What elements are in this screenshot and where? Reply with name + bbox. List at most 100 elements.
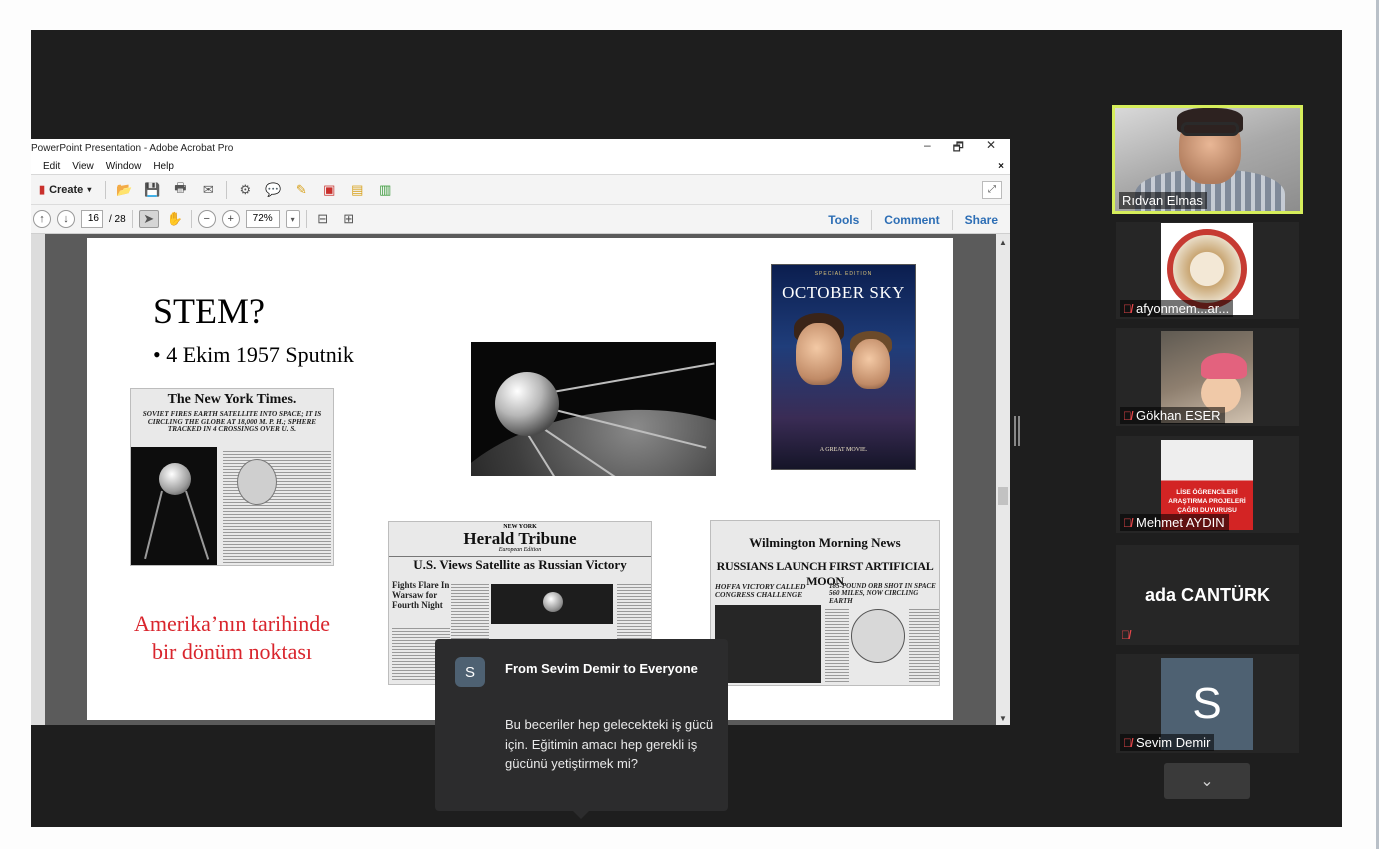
participant-tile[interactable]: 🎙̸ Gökhan ESER bbox=[1116, 328, 1299, 426]
restore-button[interactable]: 🗗 bbox=[953, 139, 964, 159]
tab-share[interactable]: Share bbox=[951, 209, 1010, 230]
acrobat-titlebar: PowerPoint Presentation - Adobe Acrobat … bbox=[31, 139, 1010, 158]
more-participants-button[interactable]: ⌄ bbox=[1164, 763, 1250, 799]
menu-window[interactable]: Window bbox=[106, 161, 142, 172]
participant-tile-active-speaker[interactable]: Rıdvan Elmas bbox=[1112, 105, 1303, 214]
herald-headline: U.S. Views Satellite as Russian Victory bbox=[389, 556, 651, 573]
sputnik-orbit-image bbox=[471, 342, 716, 476]
slide-highlight-text: Amerika’nın tarihinde bir dönüm noktası bbox=[115, 610, 349, 666]
scroll-up-icon[interactable]: ▲ bbox=[999, 238, 1007, 247]
menu-view[interactable]: View bbox=[72, 161, 94, 172]
toolbar-divider bbox=[131, 210, 133, 228]
settings-icon[interactable]: ⚙ bbox=[235, 181, 255, 199]
zoom-out-icon[interactable]: − bbox=[197, 210, 216, 228]
minimize-button[interactable]: – bbox=[924, 139, 931, 159]
fit-width-icon[interactable]: ⊞ bbox=[339, 210, 359, 228]
poster-text: LİSE ÖĞRENCİLERİ ARAŞTIRMA PROJELERİ ÇAĞ… bbox=[1168, 489, 1246, 514]
pdf-export-icon[interactable]: ▣ bbox=[319, 181, 339, 199]
participant-tile[interactable]: 🎙̸ afyonmem...ar... bbox=[1116, 222, 1299, 319]
tab-comment[interactable]: Comment bbox=[871, 209, 951, 230]
create-button[interactable]: ▮ Create ▾ bbox=[33, 181, 97, 198]
herald-subhead: Fights Flare In Warsaw for Fourth Night bbox=[392, 580, 450, 610]
participant-name-text: Rıdvan Elmas bbox=[1122, 193, 1203, 208]
page-down-icon[interactable]: ↓ bbox=[57, 210, 75, 228]
poster-tagline: A GREAT MOVIE. bbox=[819, 447, 868, 453]
wilm-masthead: Wilmington Morning News bbox=[749, 535, 901, 550]
october-sky-poster-image: SPECIAL EDITION OCTOBER SKY A GREAT MOVI… bbox=[771, 264, 916, 470]
participant-tile[interactable]: ada CANTÜRK 🎙̸ bbox=[1116, 545, 1299, 645]
create-label: Create bbox=[49, 183, 84, 196]
zoom-in-icon[interactable]: + bbox=[221, 210, 240, 228]
navigation-pane-strip[interactable] bbox=[31, 234, 45, 725]
chat-sender: From Sevim Demir to Everyone bbox=[505, 661, 698, 676]
toolbar-divider bbox=[305, 210, 307, 228]
vertical-scrollbar[interactable]: ▲ ▼ bbox=[996, 234, 1010, 725]
comment-icon[interactable]: 💬 bbox=[263, 181, 283, 199]
orbit-map-illustration bbox=[851, 609, 905, 663]
open-folder-icon[interactable]: 📂 bbox=[114, 181, 134, 199]
zoom-dropdown-icon[interactable]: ▾ bbox=[285, 210, 300, 228]
participant-name: 🎙̸ Sevim Demir bbox=[1120, 734, 1215, 751]
split-view-handle[interactable] bbox=[1014, 416, 1020, 446]
save-icon[interactable]: 💾 bbox=[142, 181, 162, 199]
close-button[interactable]: ✕ bbox=[986, 139, 996, 159]
select-cursor-icon[interactable]: ➤ bbox=[138, 210, 159, 228]
chevron-down-icon: ⌄ bbox=[1200, 773, 1214, 790]
email-icon[interactable]: ✉ bbox=[198, 181, 218, 199]
participant-name: 🎙̸ Mehmet AYDIN bbox=[1120, 514, 1229, 531]
glasses bbox=[1181, 122, 1239, 136]
toolbar-divider bbox=[226, 180, 228, 199]
window-title: PowerPoint Presentation - Adobe Acrobat … bbox=[31, 143, 234, 154]
sender-avatar: S bbox=[455, 657, 485, 687]
page-number-input[interactable]: 16 bbox=[81, 210, 103, 228]
scrollbar-thumb[interactable] bbox=[998, 487, 1008, 505]
sign-icon[interactable]: ✎ bbox=[291, 181, 311, 199]
newsprint-columns bbox=[909, 607, 939, 683]
chevron-down-icon: ▾ bbox=[87, 185, 92, 194]
page-total: / 28 bbox=[109, 213, 126, 225]
navigation-toolbar: ↑ ↓ 16 / 28 ➤ ✋ − + 72% ▾ ⊟ ⊞ Tools Comm… bbox=[31, 205, 1010, 234]
mic-muted-icon: 🎙̸ bbox=[1121, 628, 1130, 642]
tab-tools[interactable]: Tools bbox=[816, 210, 871, 230]
wilmington-news-clipping-image: Wilmington Morning News RUSSIANS LAUNCH … bbox=[710, 520, 940, 686]
toolbar-divider bbox=[105, 180, 107, 199]
participant-display-name: ada CANTÜRK bbox=[1144, 585, 1270, 605]
pdf-share-icon[interactable]: ▤ bbox=[347, 181, 367, 199]
expand-icon[interactable]: ⤢ bbox=[982, 180, 1002, 199]
mic-muted-icon: 🎙̸ bbox=[1123, 735, 1132, 750]
mic-muted-icon: 🎙̸ bbox=[1123, 301, 1132, 316]
slide-bullet: • 4 Ekim 1957 Sputnik bbox=[153, 342, 354, 367]
fit-page-icon[interactable]: ⊟ bbox=[313, 210, 333, 228]
pdf-combine-icon[interactable]: ▥ bbox=[375, 181, 395, 199]
wilm-subhead-2: 185-POUND ORB SHOT IN SPACE 560 MILES, N… bbox=[829, 582, 936, 605]
popup-pointer bbox=[573, 811, 589, 819]
herald-photo bbox=[491, 584, 613, 624]
acrobat-window: PowerPoint Presentation - Adobe Acrobat … bbox=[31, 139, 1010, 725]
scroll-down-icon[interactable]: ▼ bbox=[999, 714, 1007, 723]
nyt-clipping-image: The New York Times. SOVIET FIRES EARTH S… bbox=[130, 388, 334, 566]
herald-edition: European Edition bbox=[498, 547, 542, 553]
mic-muted-icon: 🎙̸ bbox=[1123, 515, 1132, 530]
participant-tile[interactable]: LİSE ÖĞRENCİLERİ ARAŞTIRMA PROJELERİ ÇAĞ… bbox=[1116, 436, 1299, 533]
participant-name-text: Mehmet AYDIN bbox=[1136, 515, 1225, 530]
participant-name: 🎙̸ afyonmem...ar... bbox=[1120, 300, 1234, 317]
chat-notification[interactable]: S From Sevim Demir to Everyone Bu beceri… bbox=[435, 639, 728, 819]
menu-edit[interactable]: Edit bbox=[43, 161, 60, 172]
newsprint-columns bbox=[223, 449, 331, 563]
print-icon[interactable]: 🖶 bbox=[170, 180, 190, 199]
menu-help[interactable]: Help bbox=[153, 161, 174, 172]
herald-masthead: Herald Tribune bbox=[463, 529, 577, 548]
newsprint-columns bbox=[825, 607, 849, 683]
participant-tile[interactable]: S 🎙̸ Sevim Demir bbox=[1116, 654, 1299, 753]
poster-top-text: SPECIAL EDITION bbox=[814, 271, 873, 277]
hand-tool-icon[interactable]: ✋ bbox=[165, 210, 185, 228]
document-close-button[interactable]: × bbox=[998, 161, 1004, 172]
wilm-subhead-1: HOFFA VICTORY CALLED CONGRESS CHALLENGE bbox=[715, 582, 806, 599]
globe-illustration bbox=[237, 459, 277, 505]
page-up-icon[interactable]: ↑ bbox=[33, 210, 51, 228]
slide-title: STEM? bbox=[153, 291, 265, 331]
slide-highlight-line-2: bir dönüm noktası bbox=[151, 639, 313, 664]
zoom-level-input[interactable]: 72% bbox=[245, 210, 280, 228]
wilm-photo bbox=[715, 605, 821, 683]
participant-name-text: Sevim Demir bbox=[1136, 735, 1211, 750]
